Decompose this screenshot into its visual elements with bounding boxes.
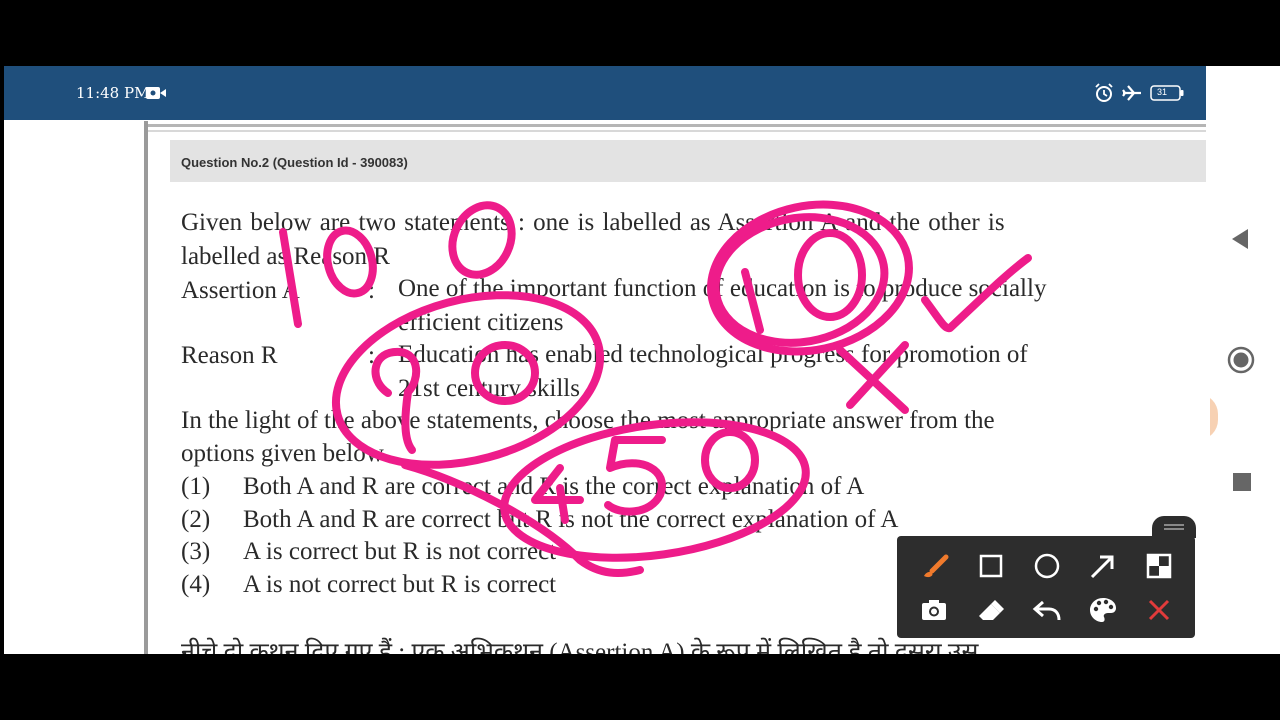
hindi-text-partial: नीचे दो कथन दिए गए हैं : एक अभिकथन (Asse…: [181, 639, 979, 654]
handle-grip-icon: [1164, 524, 1184, 526]
option-1-text: Both A and R are correct and R is the co…: [243, 473, 865, 500]
blur-tool-icon[interactable]: [1141, 548, 1177, 584]
rectangle-tool-icon[interactable]: [973, 548, 1009, 584]
status-bar: 11:48 PM 31: [4, 66, 1206, 120]
color-palette-icon[interactable]: [1085, 592, 1121, 628]
instruction-line-1: In the light of the above statements, ch…: [181, 407, 995, 434]
close-tool-icon[interactable]: [1141, 592, 1177, 628]
eraser-tool-icon[interactable]: [973, 592, 1009, 628]
option-2-text: Both A and R are correct but R is not th…: [243, 506, 899, 533]
option-4-text: A is not correct but R is correct: [243, 571, 557, 598]
screen-record-icon: [146, 87, 166, 99]
page-top-rule-2: [148, 130, 1206, 132]
toolbar-drag-handle[interactable]: [1152, 516, 1196, 538]
intro-line-1: Given below are two statements : one is …: [181, 209, 1005, 236]
pen-tool-icon[interactable]: [916, 548, 952, 584]
reason-colon: :: [368, 342, 375, 369]
screenshot-tool-icon[interactable]: [916, 592, 952, 628]
option-3-number: (3): [181, 538, 211, 565]
question-header: Question No.2 (Question Id - 390083): [181, 155, 408, 170]
instruction-line-2: options given below: [181, 440, 384, 467]
undo-tool-icon[interactable]: [1029, 592, 1065, 628]
back-icon[interactable]: [1230, 228, 1250, 250]
home-icon[interactable]: [1227, 346, 1255, 374]
option-1-number: (1): [181, 473, 211, 500]
option-3-text: A is correct but R is not correct: [243, 538, 557, 565]
page-top-rule: [148, 124, 1206, 127]
intro-line-2: labelled as Reason R: [181, 243, 390, 270]
assertion-text-2: efficient citizens: [398, 309, 564, 336]
alarm-icon: [1095, 83, 1113, 102]
reason-text-2: 21st century skills: [398, 375, 580, 402]
assertion-label: Assertion A: [181, 277, 300, 304]
option-2-number: (2): [181, 506, 211, 533]
reason-text-1: Education has enabled technological prog…: [398, 341, 1028, 368]
option-4-number: (4): [181, 571, 211, 598]
status-time: 11:48 PM: [76, 84, 150, 102]
airplane-mode-icon: [1122, 85, 1141, 101]
arrow-tool-icon[interactable]: [1085, 548, 1121, 584]
reason-label: Reason R: [181, 342, 278, 369]
assertion-text-1: One of the important function of educati…: [398, 275, 1047, 302]
battery-level: 31: [1157, 87, 1168, 97]
assertion-colon: :: [368, 277, 375, 304]
recent-apps-icon[interactable]: [1233, 473, 1251, 491]
circle-tool-icon[interactable]: [1029, 548, 1065, 584]
